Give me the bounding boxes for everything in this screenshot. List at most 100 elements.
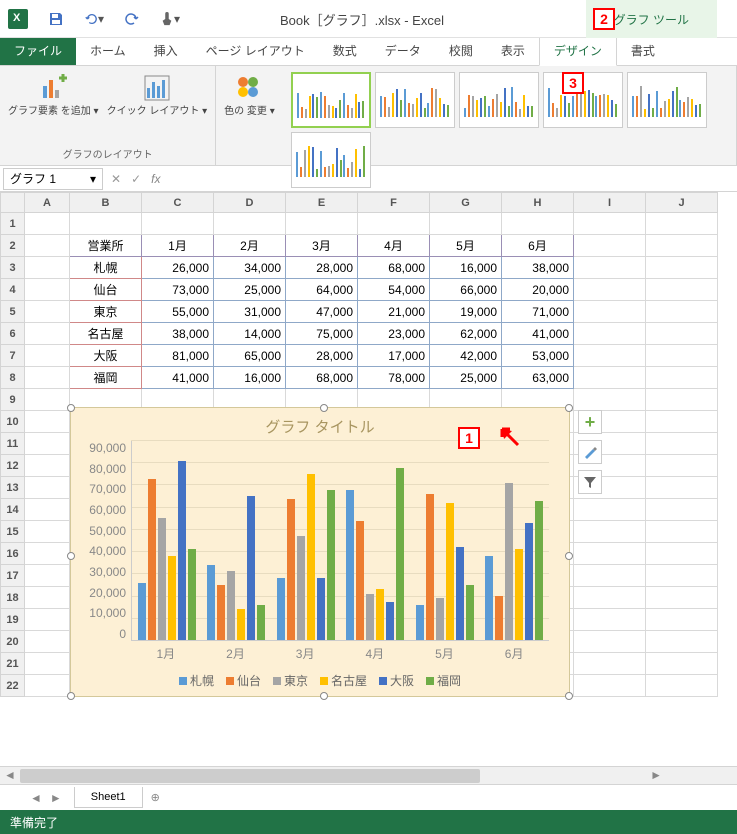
cell[interactable]	[25, 499, 70, 521]
cell[interactable]	[25, 213, 70, 235]
cell[interactable]	[646, 631, 718, 653]
row-header[interactable]: 18	[1, 587, 25, 609]
scroll-left-icon[interactable]: ◄	[4, 768, 16, 782]
chart-filter-button[interactable]	[578, 470, 602, 494]
scroll-thumb[interactable]	[20, 769, 480, 783]
cell[interactable]	[574, 235, 646, 257]
cancel-icon[interactable]: ✕	[111, 172, 121, 186]
chart-bar[interactable]	[138, 583, 146, 640]
selection-handle[interactable]	[320, 404, 328, 412]
sheet-tab[interactable]: Sheet1	[74, 787, 143, 808]
cell[interactable]	[646, 521, 718, 543]
cell[interactable]	[25, 235, 70, 257]
chart-bar[interactable]	[436, 598, 444, 640]
scroll-right-icon[interactable]: ►	[650, 768, 662, 782]
chart-bar[interactable]	[386, 602, 394, 640]
cell[interactable]	[646, 499, 718, 521]
cell[interactable]: 34,000	[214, 257, 286, 279]
chart-bar[interactable]	[148, 479, 156, 640]
cell[interactable]: 20,000	[502, 279, 574, 301]
cell[interactable]: 営業所	[70, 235, 142, 257]
cell[interactable]	[25, 631, 70, 653]
cell[interactable]: 大阪	[70, 345, 142, 367]
undo-icon[interactable]: ▾	[84, 9, 104, 29]
cell[interactable]	[646, 609, 718, 631]
cell[interactable]	[646, 257, 718, 279]
dropdown-icon[interactable]: ▾	[90, 172, 96, 186]
chart-bar[interactable]	[168, 556, 176, 640]
cell[interactable]	[646, 235, 718, 257]
tab-home[interactable]: ホーム	[76, 36, 140, 65]
touch-mode-icon[interactable]: ▾	[160, 9, 180, 29]
sheet-nav-prev-icon[interactable]: ◄	[30, 791, 42, 805]
row-header[interactable]: 19	[1, 609, 25, 631]
chart-bar[interactable]	[446, 503, 454, 640]
row-header[interactable]: 14	[1, 499, 25, 521]
column-header[interactable]: E	[286, 193, 358, 213]
cell[interactable]	[214, 213, 286, 235]
cell[interactable]: 仙台	[70, 279, 142, 301]
cell[interactable]: 14,000	[214, 323, 286, 345]
cell[interactable]	[430, 213, 502, 235]
cell[interactable]	[574, 631, 646, 653]
cell[interactable]	[646, 389, 718, 411]
column-header[interactable]: J	[646, 193, 718, 213]
cell[interactable]	[646, 543, 718, 565]
chart-bar[interactable]	[247, 496, 255, 640]
fx-icon[interactable]: fx	[151, 172, 160, 186]
cell[interactable]: 73,000	[142, 279, 214, 301]
selection-handle[interactable]	[67, 404, 75, 412]
tab-format[interactable]: 書式	[617, 36, 669, 65]
cell[interactable]: 31,000	[214, 301, 286, 323]
cell[interactable]: 71,000	[502, 301, 574, 323]
cell[interactable]: 名古屋	[70, 323, 142, 345]
cell[interactable]	[142, 213, 214, 235]
selection-handle[interactable]	[67, 692, 75, 700]
cell[interactable]	[574, 213, 646, 235]
chart-bar[interactable]	[346, 490, 354, 640]
cell[interactable]: 41,000	[142, 367, 214, 389]
cell[interactable]	[25, 675, 70, 697]
selection-handle[interactable]	[67, 552, 75, 560]
chart-bar[interactable]	[396, 468, 404, 640]
chart-bar[interactable]	[188, 549, 196, 640]
cell[interactable]	[646, 367, 718, 389]
column-header[interactable]: D	[214, 193, 286, 213]
cell[interactable]	[574, 521, 646, 543]
cell[interactable]	[286, 213, 358, 235]
row-header[interactable]: 9	[1, 389, 25, 411]
cell[interactable]	[70, 213, 142, 235]
cell[interactable]: 2月	[214, 235, 286, 257]
cell[interactable]: 4月	[358, 235, 430, 257]
chart-bar[interactable]	[327, 490, 335, 640]
cell[interactable]	[646, 345, 718, 367]
chart-bar[interactable]	[485, 556, 493, 640]
cell[interactable]	[646, 433, 718, 455]
chart-title[interactable]: グラフ タイトル	[71, 408, 569, 441]
cell[interactable]	[574, 345, 646, 367]
cell[interactable]: 25,000	[430, 367, 502, 389]
cell[interactable]	[25, 389, 70, 411]
cell[interactable]	[646, 565, 718, 587]
name-box[interactable]: グラフ 1▾	[3, 168, 103, 190]
quick-layout-button[interactable]: クイック レイアウト ▾	[105, 70, 210, 120]
cell[interactable]	[646, 477, 718, 499]
tab-file[interactable]: ファイル	[0, 36, 76, 65]
row-header[interactable]: 10	[1, 411, 25, 433]
cell[interactable]: 38,000	[502, 257, 574, 279]
horizontal-scrollbar[interactable]: ◄ ►	[0, 766, 737, 784]
column-header[interactable]: F	[358, 193, 430, 213]
cell[interactable]: 81,000	[142, 345, 214, 367]
chart-bar[interactable]	[287, 499, 295, 641]
cell[interactable]	[25, 411, 70, 433]
cell[interactable]	[574, 565, 646, 587]
chart-bar[interactable]	[158, 518, 166, 640]
cell[interactable]	[574, 389, 646, 411]
tab-review[interactable]: 校閲	[435, 36, 487, 65]
cell[interactable]: 6月	[502, 235, 574, 257]
cell[interactable]: 65,000	[214, 345, 286, 367]
chart-styles-button[interactable]	[578, 440, 602, 464]
column-header[interactable]: B	[70, 193, 142, 213]
chart-bar[interactable]	[217, 585, 225, 640]
cell[interactable]: 68,000	[358, 257, 430, 279]
